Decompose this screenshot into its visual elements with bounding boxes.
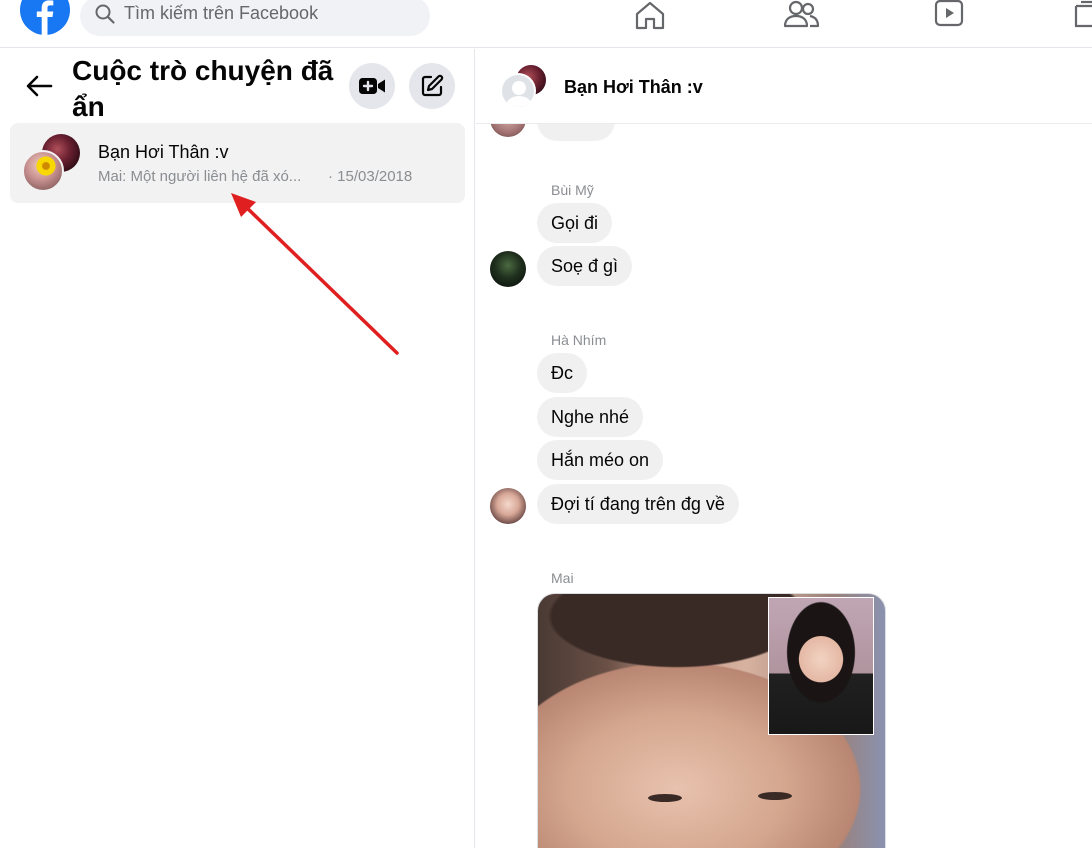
marketplace-icon[interactable] — [1070, 0, 1092, 30]
avatar[interactable] — [490, 488, 526, 524]
sender-name: Mai — [551, 570, 574, 586]
avatar[interactable] — [490, 251, 526, 287]
message-bubble[interactable]: Đc — [537, 353, 587, 393]
page-title: Cuộc trò chuyện đã ẩn — [72, 55, 334, 122]
group-avatar — [22, 134, 82, 192]
chat-header: Bạn Hơi Thân :v — [476, 49, 1092, 124]
sender-name: Bùi Mỹ — [551, 182, 594, 198]
conversation-list-item[interactable]: Bạn Hơi Thân :v Mai: Một người liên hệ đ… — [10, 123, 465, 203]
top-bar — [0, 0, 1092, 48]
chat-title[interactable]: Bạn Hơi Thân :v — [564, 77, 703, 98]
video-call-photo[interactable] — [537, 593, 886, 848]
conversation-preview: Mai: Một người liên hệ đã xó... — [98, 168, 302, 185]
default-user-icon — [500, 73, 536, 109]
group-avatar[interactable] — [500, 65, 548, 111]
friends-icon[interactable] — [781, 0, 821, 30]
home-icon[interactable] — [630, 0, 670, 30]
new-video-call-button[interactable] — [349, 63, 395, 109]
flower-icon — [36, 156, 56, 176]
conversation-date: · 15/03/2018 — [328, 168, 413, 185]
facebook-logo-icon[interactable] — [20, 0, 70, 35]
chat-panel: Bùi Mỹ Gọi đi Soẹ đ gì Hà Nhím Đc Nghe n… — [476, 49, 1092, 848]
back-button[interactable] — [20, 67, 58, 105]
search-input[interactable] — [124, 0, 414, 26]
new-message-button[interactable] — [409, 63, 455, 109]
arrow-left-icon — [26, 75, 53, 97]
message-bubble[interactable]: Đợi tí đang trên đg về — [537, 484, 739, 524]
conversation-name: Bạn Hơi Thân :v — [98, 142, 229, 162]
message-bubble[interactable]: Gọi đi — [537, 203, 613, 243]
compose-icon — [421, 74, 444, 97]
search-bar[interactable] — [80, 0, 430, 36]
sender-name: Hà Nhím — [551, 332, 607, 348]
video-plus-icon — [359, 78, 385, 94]
message-bubble[interactable]: Hắn méo on — [537, 440, 664, 480]
hidden-chats-panel: Cuộc trò chuyện đã ẩn Bạn Hơi Thân :v Ma… — [0, 49, 475, 848]
message-thread[interactable]: Bùi Mỹ Gọi đi Soẹ đ gì Hà Nhím Đc Nghe n… — [476, 49, 1092, 848]
watch-icon[interactable] — [929, 0, 969, 30]
search-icon — [95, 4, 115, 24]
self-view-thumbnail — [768, 597, 874, 735]
message-bubble[interactable]: Soẹ đ gì — [537, 246, 633, 286]
message-bubble[interactable]: Nghe nhé — [537, 397, 644, 437]
